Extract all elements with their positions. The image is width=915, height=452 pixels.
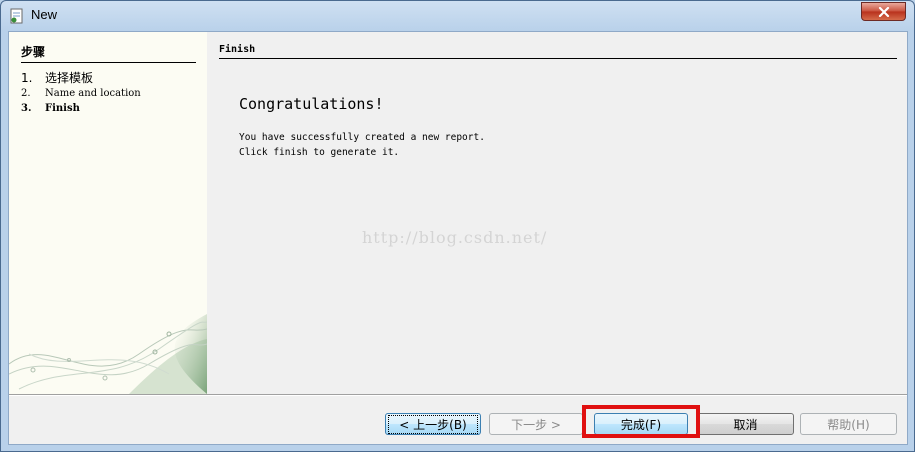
- finish-button-highlight: [582, 405, 700, 438]
- step-label: Name and location: [45, 88, 141, 99]
- steps-header: 步骤: [21, 43, 196, 63]
- congratulations-title: Congratulations!: [239, 95, 384, 113]
- step-item-2: 2. Name and location: [21, 86, 141, 101]
- step-number: 2.: [21, 88, 31, 99]
- decorative-swirl-graphic: [9, 314, 207, 394]
- help-button[interactable]: 帮助(H): [800, 413, 897, 435]
- steps-panel: 步骤 1. 选择模板 2. Name and location 3. Finish: [9, 32, 207, 394]
- completion-message: You have successfully created a new repo…: [239, 130, 485, 160]
- window-title: New: [31, 7, 58, 22]
- step-label: 选择模板: [45, 71, 94, 85]
- step-item-1: 1. 选择模板: [21, 71, 141, 86]
- step-number: 3.: [21, 103, 32, 114]
- back-button[interactable]: < 上一步(B): [385, 413, 481, 435]
- close-button[interactable]: [861, 2, 906, 21]
- back-button-label: < 上一步(B): [388, 414, 478, 434]
- watermark-text: http://blog.csdn.net/: [362, 228, 548, 247]
- button-bar-separator: [9, 394, 907, 396]
- title-bar[interactable]: New: [1, 1, 914, 31]
- message-line-2: Click finish to generate it.: [239, 147, 400, 158]
- cancel-button[interactable]: 取消: [697, 413, 794, 435]
- content-panel: Finish Congratulations! You have success…: [207, 32, 907, 394]
- step-label: Finish: [45, 103, 80, 114]
- steps-list: 1. 选择模板 2. Name and location 3. Finish: [21, 71, 141, 116]
- step-item-3: 3. Finish: [21, 101, 141, 116]
- message-line-1: You have successfully created a new repo…: [239, 132, 485, 143]
- step-number: 1.: [21, 71, 33, 85]
- next-button[interactable]: 下一步 >: [489, 413, 583, 435]
- new-wizard-window: New 步骤 1. 选择模板 2. Name and location 3. Fini…: [0, 0, 915, 452]
- dialog-client-area: 步骤 1. 选择模板 2. Name and location 3. Finish: [8, 31, 908, 445]
- close-icon: [878, 6, 889, 17]
- content-header: Finish: [219, 44, 897, 59]
- app-icon: [9, 8, 25, 24]
